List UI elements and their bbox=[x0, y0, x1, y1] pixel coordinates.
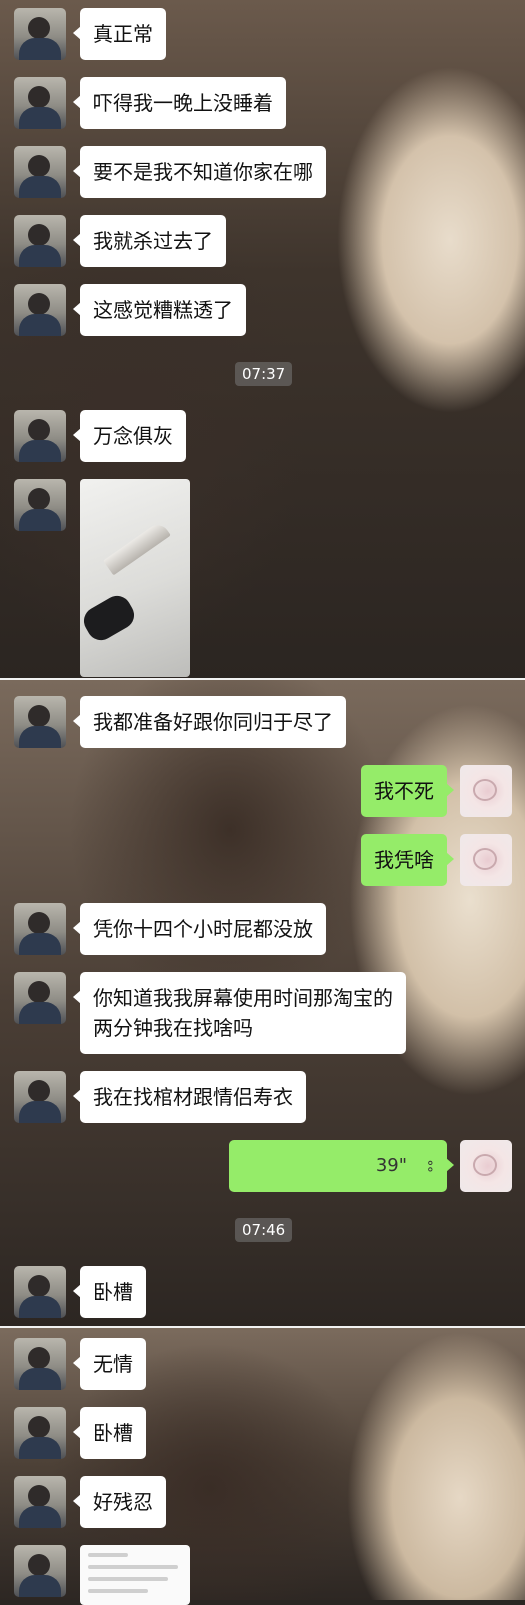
contact-avatar[interactable] bbox=[14, 696, 66, 748]
incoming-message-bubble[interactable]: 真正常 bbox=[73, 8, 166, 60]
incoming-message-bubble[interactable]: 卧槽 bbox=[73, 1407, 146, 1459]
contact-avatar[interactable] bbox=[14, 215, 66, 267]
contact-avatar[interactable] bbox=[14, 77, 66, 129]
screenshot-divider bbox=[0, 678, 525, 680]
outgoing-message-bubble[interactable]: 我凭啥 bbox=[361, 834, 454, 886]
screenshot-image-message[interactable] bbox=[80, 1545, 190, 1605]
contact-avatar[interactable] bbox=[14, 410, 66, 462]
contact-avatar[interactable] bbox=[14, 903, 66, 955]
contact-avatar[interactable] bbox=[14, 1545, 66, 1597]
incoming-message-bubble[interactable]: 吓得我一晚上没睡着 bbox=[73, 77, 286, 129]
incoming-message-bubble[interactable]: 无情 bbox=[73, 1338, 146, 1390]
incoming-message-bubble[interactable]: 我就杀过去了 bbox=[73, 215, 226, 267]
my-avatar[interactable] bbox=[460, 834, 512, 886]
contact-avatar[interactable] bbox=[14, 146, 66, 198]
voice-wave-icon: ⦂ bbox=[427, 1155, 433, 1176]
incoming-message-bubble[interactable]: 我都准备好跟你同归于尽了 bbox=[73, 696, 346, 748]
voice-message-bubble[interactable]: 39" ⦂ bbox=[229, 1140, 454, 1192]
incoming-message-bubble[interactable]: 要不是我不知道你家在哪 bbox=[73, 146, 326, 198]
incoming-message-bubble[interactable]: 我在找棺材跟情侣寿衣 bbox=[73, 1071, 306, 1123]
knife-photo-message[interactable] bbox=[80, 479, 190, 677]
incoming-message-bubble[interactable]: 凭你十四个小时屁都没放 bbox=[73, 903, 326, 955]
contact-avatar[interactable] bbox=[14, 1407, 66, 1459]
incoming-message-bubble[interactable]: 好残忍 bbox=[73, 1476, 166, 1528]
contact-avatar[interactable] bbox=[14, 1476, 66, 1528]
contact-avatar[interactable] bbox=[14, 8, 66, 60]
knife-handle bbox=[80, 590, 140, 646]
incoming-message-bubble[interactable]: 这感觉糟糕透了 bbox=[73, 284, 246, 336]
incoming-message-bubble[interactable]: 卧槽 bbox=[73, 1266, 146, 1318]
my-avatar[interactable] bbox=[460, 1140, 512, 1192]
my-avatar[interactable] bbox=[460, 765, 512, 817]
contact-avatar[interactable] bbox=[14, 972, 66, 1024]
contact-avatar[interactable] bbox=[14, 479, 66, 531]
timestamp: 07:37 bbox=[235, 362, 293, 386]
timestamp: 07:46 bbox=[235, 1218, 293, 1242]
contact-avatar[interactable] bbox=[14, 1266, 66, 1318]
contact-avatar[interactable] bbox=[14, 284, 66, 336]
knife-blade bbox=[103, 520, 171, 576]
incoming-message-bubble[interactable]: 你知道我我屏幕使用时间那淘宝的 两分钟我在找啥吗 bbox=[73, 972, 406, 1054]
voice-duration: 39" bbox=[375, 1155, 407, 1176]
contact-avatar[interactable] bbox=[14, 1071, 66, 1123]
screenshot-divider bbox=[0, 1326, 525, 1328]
incoming-message-bubble[interactable]: 万念俱灰 bbox=[73, 410, 186, 462]
contact-avatar[interactable] bbox=[14, 1338, 66, 1390]
outgoing-message-bubble[interactable]: 我不死 bbox=[361, 765, 454, 817]
